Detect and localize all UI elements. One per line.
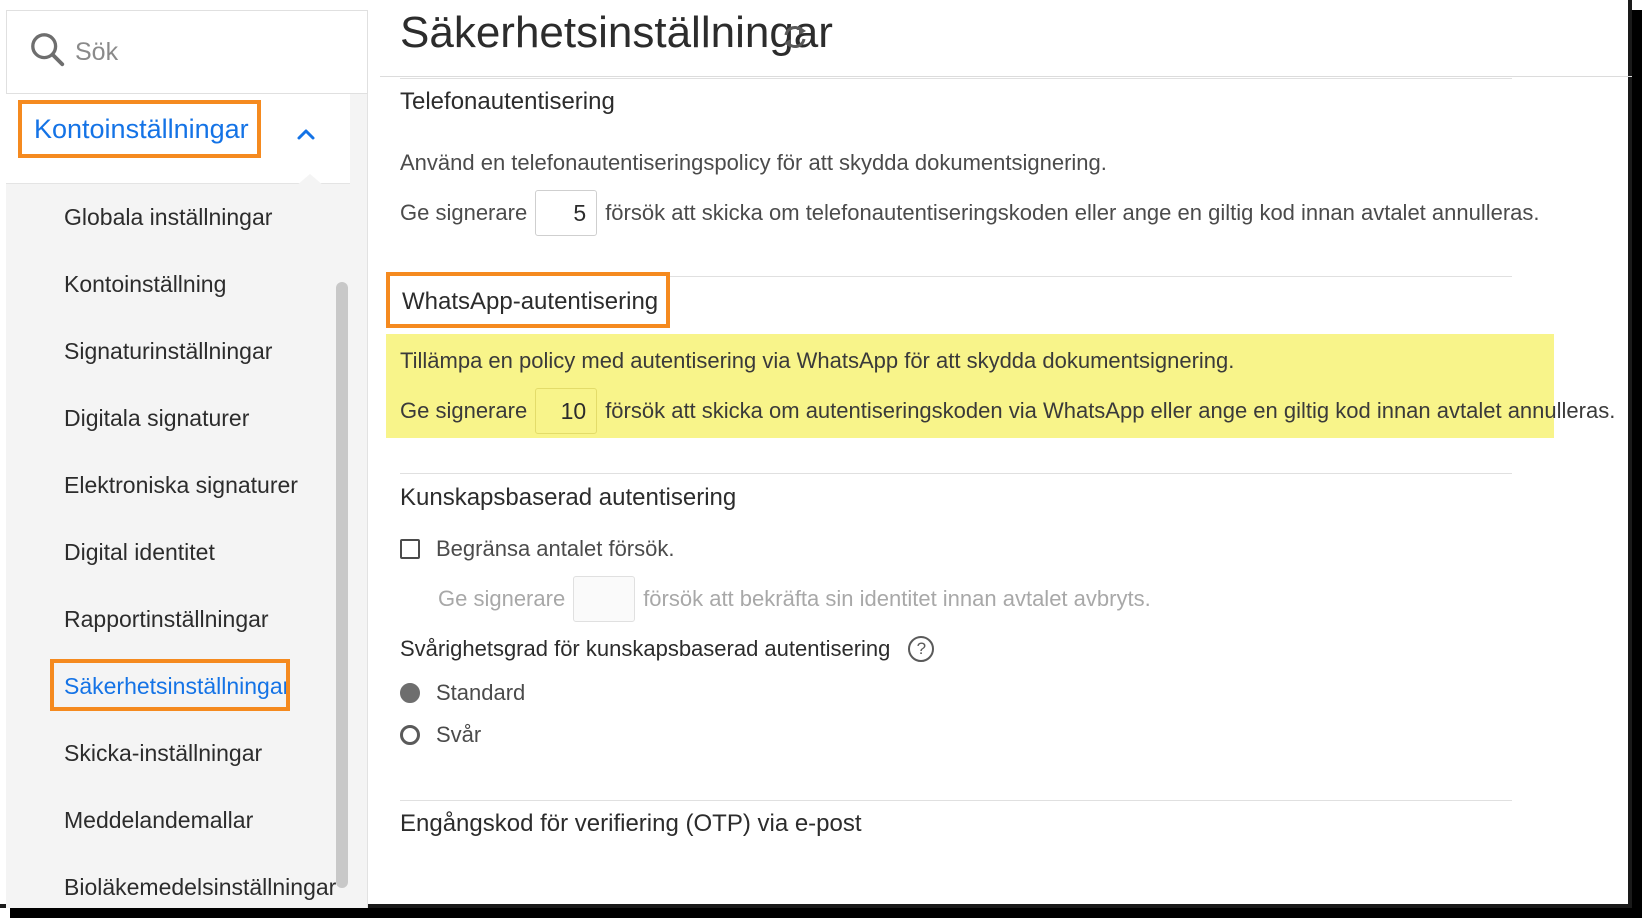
sidebar-item-digitala-signaturer[interactable]: Digitala signaturer [6, 385, 350, 452]
kba-limit-row: Begränsa antalet försök. [400, 536, 674, 562]
sidebar-item-biolakemedelsinstallningar[interactable]: Bioläkemedelsinställningar [6, 854, 350, 921]
kba-limit-checkbox[interactable] [400, 539, 420, 559]
sidebar-item-sakerhetsinstallningar[interactable]: Säkerhetsinställningar [6, 653, 350, 720]
whatsapp-auth-attempts-input[interactable] [535, 388, 598, 434]
sidebar-item-rapportinstallningar[interactable]: Rapportinställningar [6, 586, 350, 653]
sidebar-item-label: Kontoinställning [64, 271, 227, 297]
sidebar-item-label: Globala inställningar [64, 204, 273, 230]
phone-auth-suffix: försök att skicka om telefonautentiserin… [605, 200, 1540, 225]
sidebar-item-meddelandemallar[interactable]: Meddelandemallar [6, 787, 350, 854]
sidebar-item-label: Digitala signaturer [64, 405, 250, 431]
section-title: Kontoinställningar [34, 113, 249, 144]
radio-selected-icon[interactable] [400, 683, 420, 703]
phone-auth-attempts-row: Ge signerare försök att skicka om telefo… [400, 190, 1540, 236]
radio-unselected-icon[interactable] [400, 725, 420, 745]
otp-email-heading: Engångskod för verifiering (OTP) via e-p… [400, 810, 862, 837]
sidebar-item-signaturinstallningar[interactable]: Signaturinställningar [6, 318, 350, 385]
main-content: Säkerhetsinställningar Telefonautentiser… [380, 0, 1632, 908]
app-frame: Sök Kontoinställningar Globala inställni… [0, 0, 1632, 908]
section-divider [400, 78, 1512, 79]
chevron-up-icon[interactable] [296, 124, 316, 144]
search-placeholder: Sök [75, 37, 119, 66]
phone-auth-prefix: Ge signerare [400, 200, 528, 225]
radio-label: Standard [436, 680, 526, 705]
active-item-highlight-box [50, 659, 290, 711]
radio-label: Svår [436, 722, 482, 747]
sidebar-section-header[interactable]: Kontoinställningar [6, 94, 350, 184]
sidebar-item-kontoinstallning[interactable]: Kontoinställning [6, 251, 350, 318]
kba-attempts-input[interactable] [573, 576, 636, 622]
kba-prefix: Ge signerare [438, 586, 566, 611]
sidebar-item-label: Meddelandemallar [64, 807, 254, 833]
section-highlight-box: Kontoinställningar [18, 100, 261, 158]
sidebar-item-label: Digital identitet [64, 539, 215, 565]
page-title: Säkerhetsinställningar [400, 8, 833, 57]
whatsapp-heading-box: WhatsApp-autentisering [386, 272, 670, 328]
sidebar-item-label: Signaturinställningar [64, 338, 273, 364]
kba-difficulty-row: Svårighetsgrad för kunskapsbaserad auten… [400, 636, 935, 662]
phone-auth-heading: Telefonautentisering [400, 88, 615, 115]
help-icon[interactable]: ? [908, 636, 935, 662]
sidebar-item-label: Bioläkemedelsinställningar [64, 874, 337, 900]
kba-heading: Kunskapsbaserad autentisering [400, 484, 737, 511]
sidebar-scrollbar[interactable] [336, 282, 348, 888]
sidebar-item-label: Skicka-inställningar [64, 740, 263, 766]
phone-auth-description: Använd en telefonautentiseringspolicy fö… [400, 150, 1107, 175]
phone-auth-attempts-input[interactable] [535, 190, 598, 236]
kba-difficulty-heading: Svårighetsgrad för kunskapsbaserad auten… [400, 636, 891, 661]
whatsapp-auth-description: Tillämpa en policy med autentisering via… [400, 348, 1235, 373]
radio-option-svar[interactable]: Svår [400, 722, 481, 748]
whatsapp-auth-attempts-row: Ge signerare försök att skicka om autent… [400, 388, 1615, 434]
sidebar: Sök Kontoinställningar Globala inställni… [6, 10, 368, 908]
sidebar-item-skicka-installningar[interactable]: Skicka-inställningar [6, 720, 350, 787]
kba-attempts-row: Ge signerare försök att bekräfta sin ide… [438, 576, 1151, 622]
section-divider [400, 800, 1512, 801]
refresh-icon[interactable] [780, 22, 810, 52]
radio-option-standard[interactable]: Standard [400, 680, 525, 706]
whatsapp-auth-heading: WhatsApp-autentisering [402, 288, 659, 315]
search-box[interactable]: Sök [6, 10, 368, 94]
whatsapp-auth-prefix: Ge signerare [400, 398, 528, 423]
section-divider [400, 473, 1512, 474]
search-icon [29, 31, 67, 74]
title-divider [380, 76, 1632, 77]
sidebar-item-elektroniska-signaturer[interactable]: Elektroniska signaturer [6, 452, 350, 519]
kba-limit-label: Begränsa antalet försök. [436, 536, 675, 561]
sidebar-item-label: Rapportinställningar [64, 606, 269, 632]
sidebar-item-digital-identitet[interactable]: Digital identitet [6, 519, 350, 586]
sidebar-nav: Globala inställningar Kontoinställning S… [6, 184, 350, 921]
sidebar-item-label: Elektroniska signaturer [64, 472, 298, 498]
whatsapp-auth-suffix: försök att skicka om autentiseringskoden… [605, 398, 1616, 423]
sidebar-item-globala[interactable]: Globala inställningar [6, 184, 350, 251]
kba-suffix: försök att bekräfta sin identitet innan … [643, 586, 1151, 611]
